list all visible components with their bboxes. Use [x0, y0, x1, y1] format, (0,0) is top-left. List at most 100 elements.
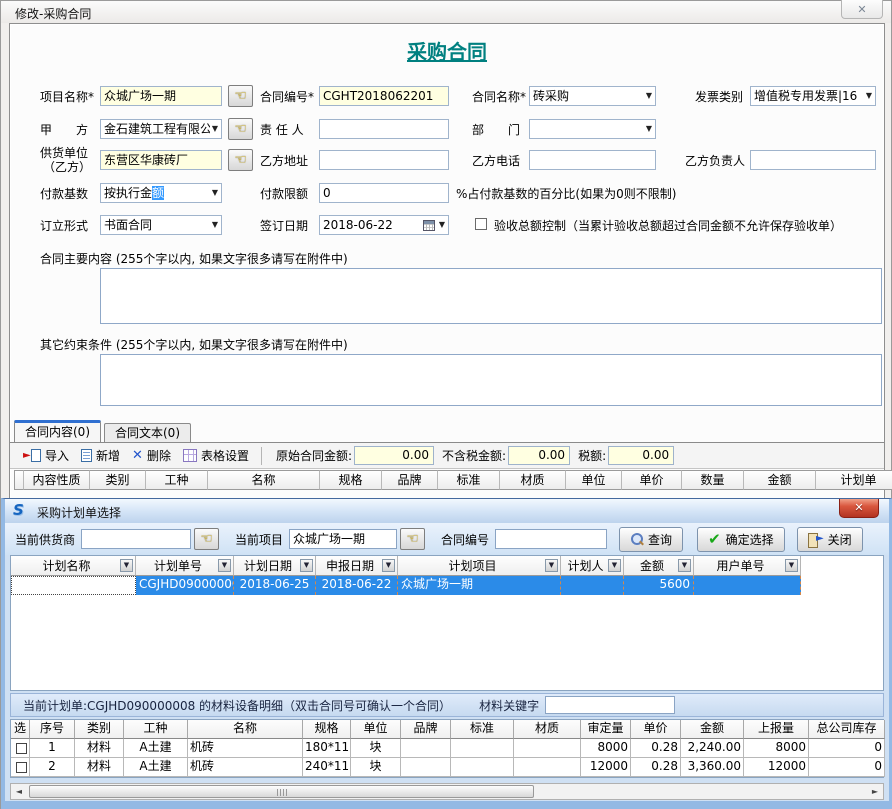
filter-dropdown-icon[interactable]: ▼: [678, 559, 691, 572]
table-row[interactable]: 1材料A土建机砖180*115*块80000.282,240.0080000: [11, 739, 883, 758]
plan-grid-selected-row[interactable]: CGJHD0900000082018-06-252018-06-22众城广场一期…: [11, 576, 883, 595]
supplier-input[interactable]: 东营区华康砖厂: [100, 150, 222, 170]
tax-amount-input[interactable]: 0.00: [608, 446, 674, 465]
horizontal-scrollbar[interactable]: ◄ ►: [10, 783, 884, 800]
sign-date-picker[interactable]: 2018-06-22 ▼: [319, 215, 449, 235]
table-cell[interactable]: [11, 576, 136, 595]
column-header[interactable]: 类别: [75, 720, 124, 739]
supplier-picker-button[interactable]: ☜: [194, 528, 219, 550]
column-header[interactable]: 用户单号▼: [694, 556, 801, 576]
column-header[interactable]: 材质: [500, 470, 566, 490]
row-checkbox[interactable]: [16, 762, 27, 773]
column-header[interactable]: 审定量: [581, 720, 631, 739]
party-b-manager-input[interactable]: [750, 150, 876, 170]
column-header[interactable]: 规格: [303, 720, 351, 739]
tab-contract-text[interactable]: 合同文本(0): [104, 423, 191, 442]
column-header[interactable]: 标准: [438, 470, 500, 490]
scrollbar-thumb[interactable]: [29, 785, 534, 798]
project-input[interactable]: 众城广场一期: [100, 86, 222, 106]
column-header[interactable]: 标准: [451, 720, 514, 739]
party-a-picker-button[interactable]: ☜: [228, 118, 253, 140]
column-header[interactable]: 金额▼: [624, 556, 694, 576]
table-row[interactable]: 2材料A土建机砖240*115*块120000.283,360.00120000: [11, 758, 883, 777]
column-header[interactable]: 数量: [682, 470, 744, 490]
table-cell[interactable]: 2018-06-22: [316, 576, 398, 595]
column-header[interactable]: 材质: [514, 720, 581, 739]
filter-dropdown-icon[interactable]: ▼: [785, 559, 798, 572]
column-header[interactable]: 计划人▼: [561, 556, 624, 576]
untaxed-amount-input[interactable]: 0.00: [508, 446, 570, 465]
filter-dropdown-icon[interactable]: ▼: [382, 559, 395, 572]
import-button[interactable]: ► 导入: [18, 445, 75, 466]
table-settings-button[interactable]: 表格设置: [177, 445, 255, 466]
confirm-select-button[interactable]: ✔ 确定选择: [697, 527, 785, 552]
table-cell[interactable]: 2018-06-25: [234, 576, 316, 595]
party-a-select[interactable]: 金石建筑工程有限公 ▼: [100, 119, 222, 139]
project-picker-button[interactable]: ☜: [400, 528, 425, 550]
column-header[interactable]: 单位: [566, 470, 622, 490]
contract-name-select[interactable]: 砖采购 ▼: [529, 86, 656, 106]
scroll-right-arrow[interactable]: ►: [867, 784, 883, 799]
payment-limit-input[interactable]: 0: [319, 183, 449, 203]
window-close-button[interactable]: ✕: [841, 0, 883, 19]
filter-dropdown-icon[interactable]: ▼: [608, 559, 621, 572]
scroll-left-arrow[interactable]: ◄: [11, 784, 27, 799]
delete-button[interactable]: ✕ 删除: [126, 445, 177, 466]
column-header[interactable]: 单价: [622, 470, 682, 490]
table-cell[interactable]: 众城广场一期: [398, 576, 561, 595]
column-header[interactable]: 内容性质: [24, 470, 90, 490]
column-header[interactable]: 金额: [744, 470, 816, 490]
column-header[interactable]: 名称: [208, 470, 320, 490]
column-header[interactable]: 计划单: [816, 470, 892, 490]
table-cell[interactable]: [694, 576, 801, 595]
invoice-type-select[interactable]: 增值税专用发票|16 ▼: [750, 86, 876, 106]
column-header[interactable]: 上报量: [744, 720, 809, 739]
current-supplier-input[interactable]: [81, 529, 191, 549]
table-cell[interactable]: [561, 576, 624, 595]
filter-dropdown-icon[interactable]: ▼: [545, 559, 558, 572]
column-header[interactable]: 单价: [631, 720, 681, 739]
column-header[interactable]: 计划项目▼: [398, 556, 561, 576]
filter-dropdown-icon[interactable]: ▼: [300, 559, 313, 572]
table-cell[interactable]: 5600: [624, 576, 694, 595]
contract-no-input[interactable]: CGHT2018062201: [319, 86, 449, 106]
column-header[interactable]: 类别: [90, 470, 146, 490]
payment-base-select[interactable]: 按执行金额 ▼: [100, 183, 222, 203]
party-b-phone-input[interactable]: [529, 150, 656, 170]
column-header[interactable]: 计划日期▼: [234, 556, 316, 576]
column-header[interactable]: 工种: [146, 470, 208, 490]
column-header[interactable]: 名称: [188, 720, 303, 739]
table-cell[interactable]: CGJHD090000008: [136, 576, 234, 595]
contract-no-input[interactable]: [495, 529, 607, 549]
tab-contract-content[interactable]: 合同内容(0): [14, 420, 101, 442]
column-header[interactable]: 工种: [124, 720, 188, 739]
column-header[interactable]: 总公司库存: [809, 720, 885, 739]
department-select[interactable]: ▼: [529, 119, 656, 139]
project-picker-button[interactable]: ☜: [228, 85, 253, 107]
column-header[interactable]: 序号: [30, 720, 75, 739]
current-project-input[interactable]: 众城广场一期: [289, 529, 397, 549]
column-header[interactable]: 单位: [351, 720, 401, 739]
acceptance-total-checkbox[interactable]: [475, 218, 487, 230]
party-b-address-input[interactable]: [319, 150, 449, 170]
column-header[interactable]: 规格: [320, 470, 382, 490]
column-header[interactable]: 计划单号▼: [136, 556, 234, 576]
dialog-close-button[interactable]: ✕: [839, 499, 879, 518]
close-button[interactable]: ► 关闭: [797, 527, 863, 552]
column-header[interactable]: 选: [11, 720, 30, 739]
column-header[interactable]: 品牌: [401, 720, 451, 739]
supplier-picker-button[interactable]: ☜: [228, 149, 253, 171]
other-terms-textarea[interactable]: [100, 354, 882, 406]
column-header[interactable]: 品牌: [382, 470, 438, 490]
form-type-select[interactable]: 书面合同 ▼: [100, 215, 222, 235]
filter-dropdown-icon[interactable]: ▼: [218, 559, 231, 572]
column-header[interactable]: 申报日期▼: [316, 556, 398, 576]
column-header[interactable]: 计划名称▼: [11, 556, 136, 576]
query-button[interactable]: 查询: [619, 527, 683, 552]
row-checkbox[interactable]: [16, 743, 27, 754]
add-button[interactable]: 新增: [75, 445, 126, 466]
original-amount-input[interactable]: 0.00: [354, 446, 434, 465]
filter-dropdown-icon[interactable]: ▼: [120, 559, 133, 572]
material-keyword-input[interactable]: [545, 696, 675, 714]
main-content-textarea[interactable]: [100, 268, 882, 324]
